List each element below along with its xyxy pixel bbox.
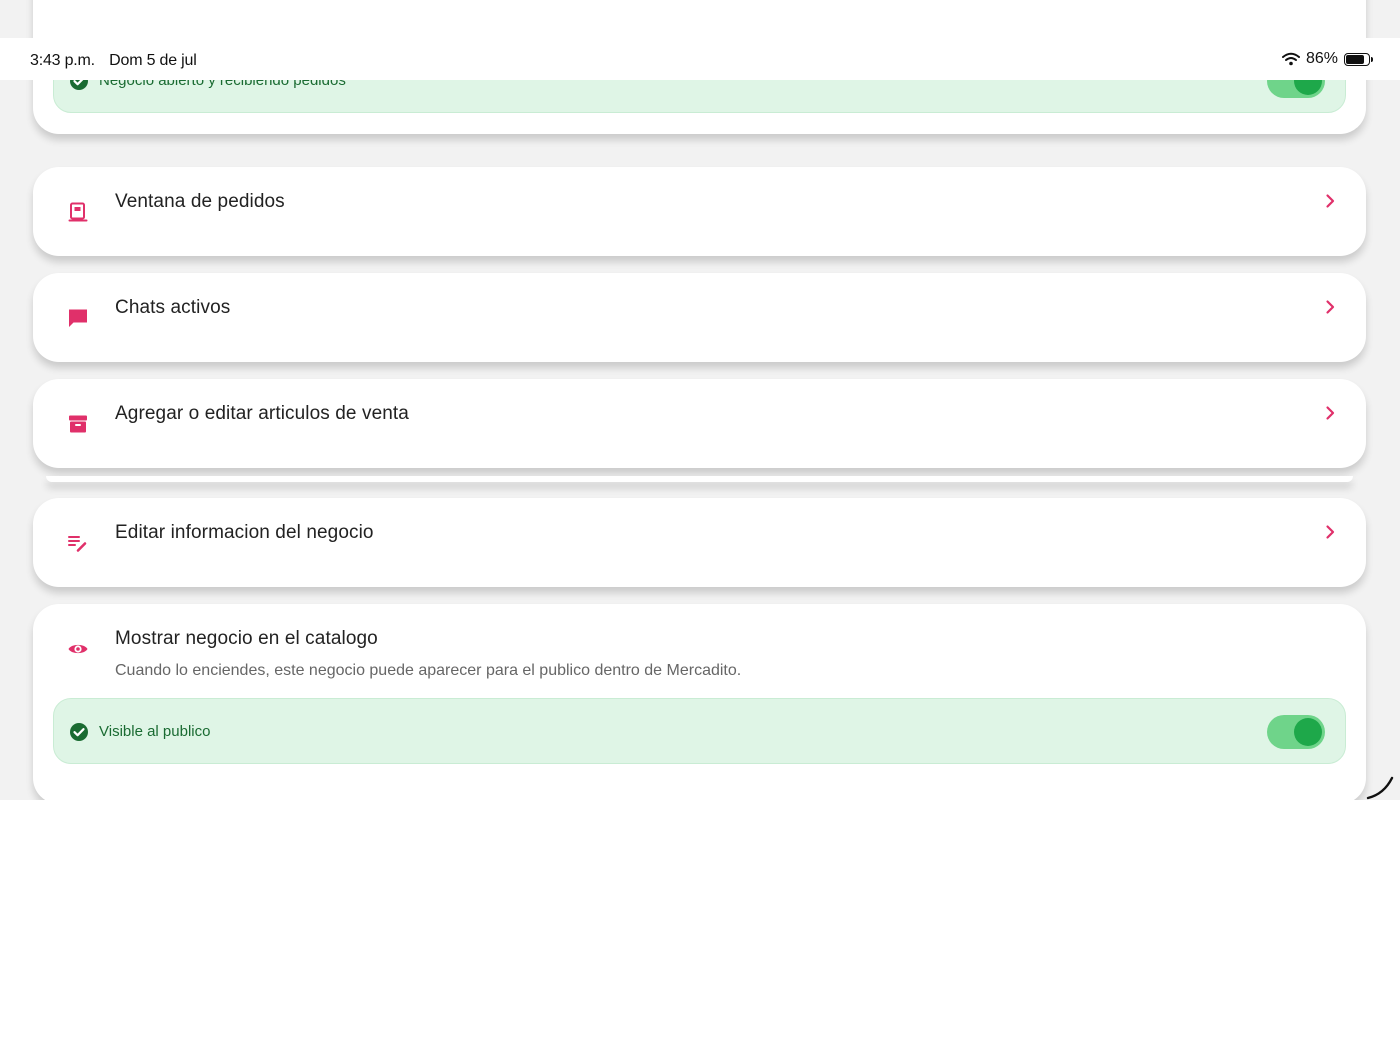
status-bar: 3:43 p.m. Dom 5 de jul 86%: [0, 38, 1400, 80]
receipt-icon: [68, 202, 88, 222]
status-right: 86%: [1281, 50, 1373, 68]
menu-item-active-chats[interactable]: Chats activos: [33, 273, 1366, 362]
wifi-icon: [1281, 52, 1300, 66]
card-edge: [46, 476, 1353, 482]
catalog-visibility-card: Mostrar negocio en el catalogo Cuando lo…: [33, 604, 1366, 800]
menu-item-edit-business-info[interactable]: Editar informacion del negocio: [33, 498, 1366, 587]
edit-note-icon: [68, 536, 87, 552]
chevron-right-icon: [1326, 300, 1335, 314]
chat-bubble-icon: [69, 309, 87, 327]
toggle-knob: [1294, 718, 1322, 746]
eye-icon: [68, 644, 88, 654]
chevron-right-icon: [1326, 406, 1335, 420]
corner-gesture-icon: [1366, 776, 1394, 800]
archive-box-icon: [69, 415, 87, 433]
catalog-description: Cuando lo enciendes, este negocio puede …: [115, 662, 742, 679]
catalog-title: Mostrar negocio en el catalogo: [115, 628, 378, 649]
catalog-visibility-toggle[interactable]: [1267, 715, 1325, 749]
catalog-status-text: Visible al publico: [99, 723, 211, 740]
menu-item-label: Editar informacion del negocio: [115, 522, 374, 543]
menu-item-edit-items[interactable]: Agregar o editar articulos de venta: [33, 379, 1366, 468]
status-time: 3:43 p.m.: [30, 52, 95, 69]
check-circle-icon: [70, 723, 88, 741]
catalog-status-chip: Visible al publico: [53, 698, 1346, 764]
battery-icon: [1344, 52, 1373, 66]
menu-item-label: Agregar o editar articulos de venta: [115, 403, 409, 424]
status-left: 3:43 p.m. Dom 5 de jul: [30, 52, 197, 70]
chevron-right-icon: [1326, 525, 1335, 539]
status-date: Dom 5 de jul: [109, 52, 197, 69]
screen: Negocio abierto y recibiendo pedidos Ven…: [0, 0, 1400, 800]
battery-percent: 86%: [1305, 50, 1338, 67]
chevron-right-icon: [1326, 194, 1335, 208]
battery-fill: [1346, 54, 1364, 64]
menu-item-orders-window[interactable]: Ventana de pedidos: [33, 167, 1366, 256]
menu-item-label: Ventana de pedidos: [115, 191, 285, 212]
menu-item-label: Chats activos: [115, 297, 231, 318]
